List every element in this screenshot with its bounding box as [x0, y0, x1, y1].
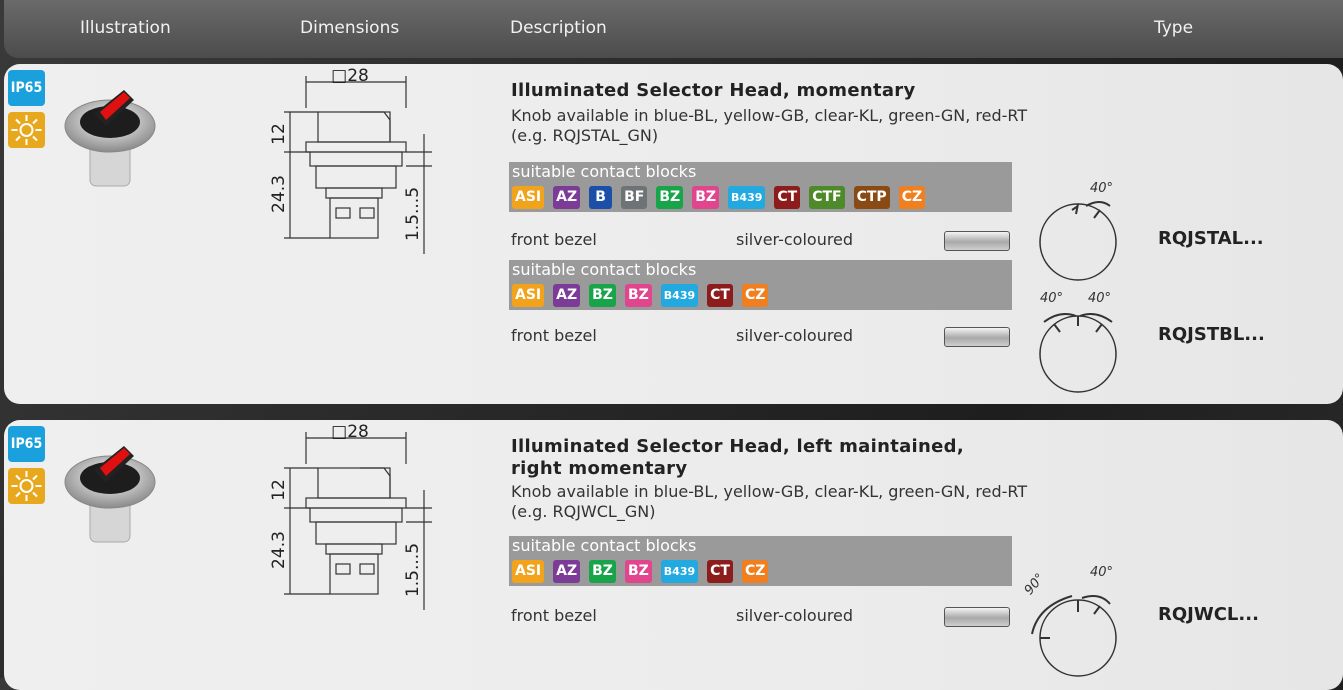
- contact-blocks-label: suitable contact blocks: [512, 536, 697, 555]
- switch-angle-diagram: 90° 40°: [1010, 554, 1130, 688]
- product-panel-1: IP65 □28 12 24.3 1.5...5 Illuminated Sel…: [4, 64, 1343, 404]
- contact-block-badge: BF: [621, 186, 648, 209]
- selector-head-photo: [60, 74, 160, 194]
- dim-height-top: 12: [269, 123, 289, 145]
- contact-block-badge: CZ: [741, 560, 769, 583]
- selector-head-photo: [60, 430, 160, 550]
- angle-label: 40°: [1090, 565, 1113, 580]
- contact-blocks-bar: suitable contact blocks ASI AZ BZ BZ B43…: [509, 536, 1012, 586]
- contact-block-badge: CZ: [898, 186, 926, 209]
- contact-block-badge: B: [589, 186, 613, 209]
- bezel-value: silver-coloured: [736, 606, 854, 625]
- table-header: Illustration Dimensions Description Type: [4, 0, 1343, 58]
- contact-block-badge: ASI: [512, 186, 545, 209]
- contact-block-badge: CTP: [853, 186, 890, 209]
- product-desc-line2: (e.g. RQJWCL_GN): [511, 502, 656, 521]
- illuminated-sun-icon: [8, 112, 45, 148]
- header-illustration: Illustration: [80, 18, 171, 38]
- ip65-badge: IP65: [8, 426, 45, 462]
- bezel-value: silver-coloured: [736, 230, 854, 249]
- dimension-drawing: □28 12 24.3 1.5...5: [264, 66, 444, 272]
- product-desc-line2: (e.g. RQJSTAL_GN): [511, 126, 659, 145]
- product-title-line2: right momentary: [511, 458, 688, 479]
- contact-block-badge: B439: [660, 560, 699, 583]
- header-dimensions: Dimensions: [300, 18, 400, 38]
- contact-block-badge: AZ: [553, 284, 581, 307]
- contact-blocks-list: ASI AZ B BF BZ BZ B439 CT CTF CTP CZ: [512, 186, 926, 209]
- contact-block-badge: ASI: [512, 284, 545, 307]
- product-title: Illuminated Selector Head, momentary: [511, 80, 916, 101]
- contact-block-badge: BZ: [624, 560, 652, 583]
- contact-block-badge: CT: [707, 284, 733, 307]
- contact-block-badge: BZ: [589, 560, 616, 583]
- bezel-value: silver-coloured: [736, 326, 854, 345]
- angle-label: 40°: [1090, 181, 1113, 196]
- contact-blocks-list: ASI AZ BZ BZ B439 CT CZ: [512, 284, 769, 307]
- angle-label: 40°: [1088, 291, 1111, 306]
- contact-block-badge: CT: [774, 186, 801, 209]
- type-code: RQJSTAL...: [1158, 228, 1264, 249]
- dim-height-body: 24.3: [269, 531, 289, 569]
- contact-blocks-bar: suitable contact blocks ASI AZ BZ BZ B43…: [509, 260, 1012, 310]
- contact-block-badge: B439: [728, 186, 766, 209]
- angle-label: 40°: [1040, 291, 1063, 306]
- contact-blocks-list: ASI AZ BZ BZ B439 CT CZ: [512, 560, 769, 583]
- contact-block-badge: BZ: [656, 186, 684, 209]
- illuminated-sun-icon: [8, 468, 45, 504]
- bezel-color-swatch: [944, 327, 1010, 347]
- contact-block-badge: AZ: [553, 560, 581, 583]
- contact-blocks-label: suitable contact blocks: [512, 162, 697, 181]
- type-code: RQJSTBL...: [1158, 324, 1265, 345]
- contact-block-badge: AZ: [553, 186, 581, 209]
- dim-square: □28: [331, 424, 369, 442]
- product-panel-2: IP65 □28 12 24.3 1.5...5 Illuminated Sel…: [4, 420, 1343, 690]
- angle-label: 90°: [1022, 571, 1048, 598]
- bezel-label: front bezel: [511, 606, 597, 625]
- contact-block-badge: CT: [707, 560, 733, 583]
- contact-block-badge: BZ: [692, 186, 720, 209]
- contact-blocks-bar: suitable contact blocks ASI AZ B BF BZ B…: [509, 162, 1012, 212]
- contact-block-badge: CTF: [809, 186, 845, 209]
- contact-block-badge: B439: [660, 284, 699, 307]
- ip65-badge: IP65: [8, 70, 45, 106]
- contact-block-badge: BZ: [589, 284, 616, 307]
- contact-block-badge: CZ: [741, 284, 769, 307]
- product-title: Illuminated Selector Head, left maintain…: [511, 436, 964, 457]
- dim-panel-range: 1.5...5: [403, 187, 423, 241]
- type-code: RQJWCL...: [1158, 604, 1259, 625]
- product-desc-line1: Knob available in blue-BL, yellow-GB, cl…: [511, 106, 1028, 125]
- dimension-drawing: □28 12 24.3 1.5...5: [264, 422, 444, 628]
- dim-panel-range: 1.5...5: [403, 543, 423, 597]
- bezel-label: front bezel: [511, 326, 597, 345]
- product-desc-line1: Knob available in blue-BL, yellow-GB, cl…: [511, 482, 1028, 501]
- header-type: Type: [1154, 18, 1194, 38]
- header-description: Description: [510, 18, 607, 38]
- dim-height-body: 24.3: [269, 175, 289, 213]
- dim-square: □28: [331, 68, 369, 86]
- bezel-color-swatch: [944, 607, 1010, 627]
- bezel-label: front bezel: [511, 230, 597, 249]
- dim-height-top: 12: [269, 479, 289, 501]
- switch-angle-diagram: 40°: [1030, 176, 1130, 290]
- bezel-color-swatch: [944, 231, 1010, 251]
- switch-angle-diagram: 40° 40°: [1030, 286, 1140, 402]
- contact-block-badge: BZ: [624, 284, 652, 307]
- contact-block-badge: ASI: [512, 560, 545, 583]
- contact-blocks-label: suitable contact blocks: [512, 260, 697, 279]
